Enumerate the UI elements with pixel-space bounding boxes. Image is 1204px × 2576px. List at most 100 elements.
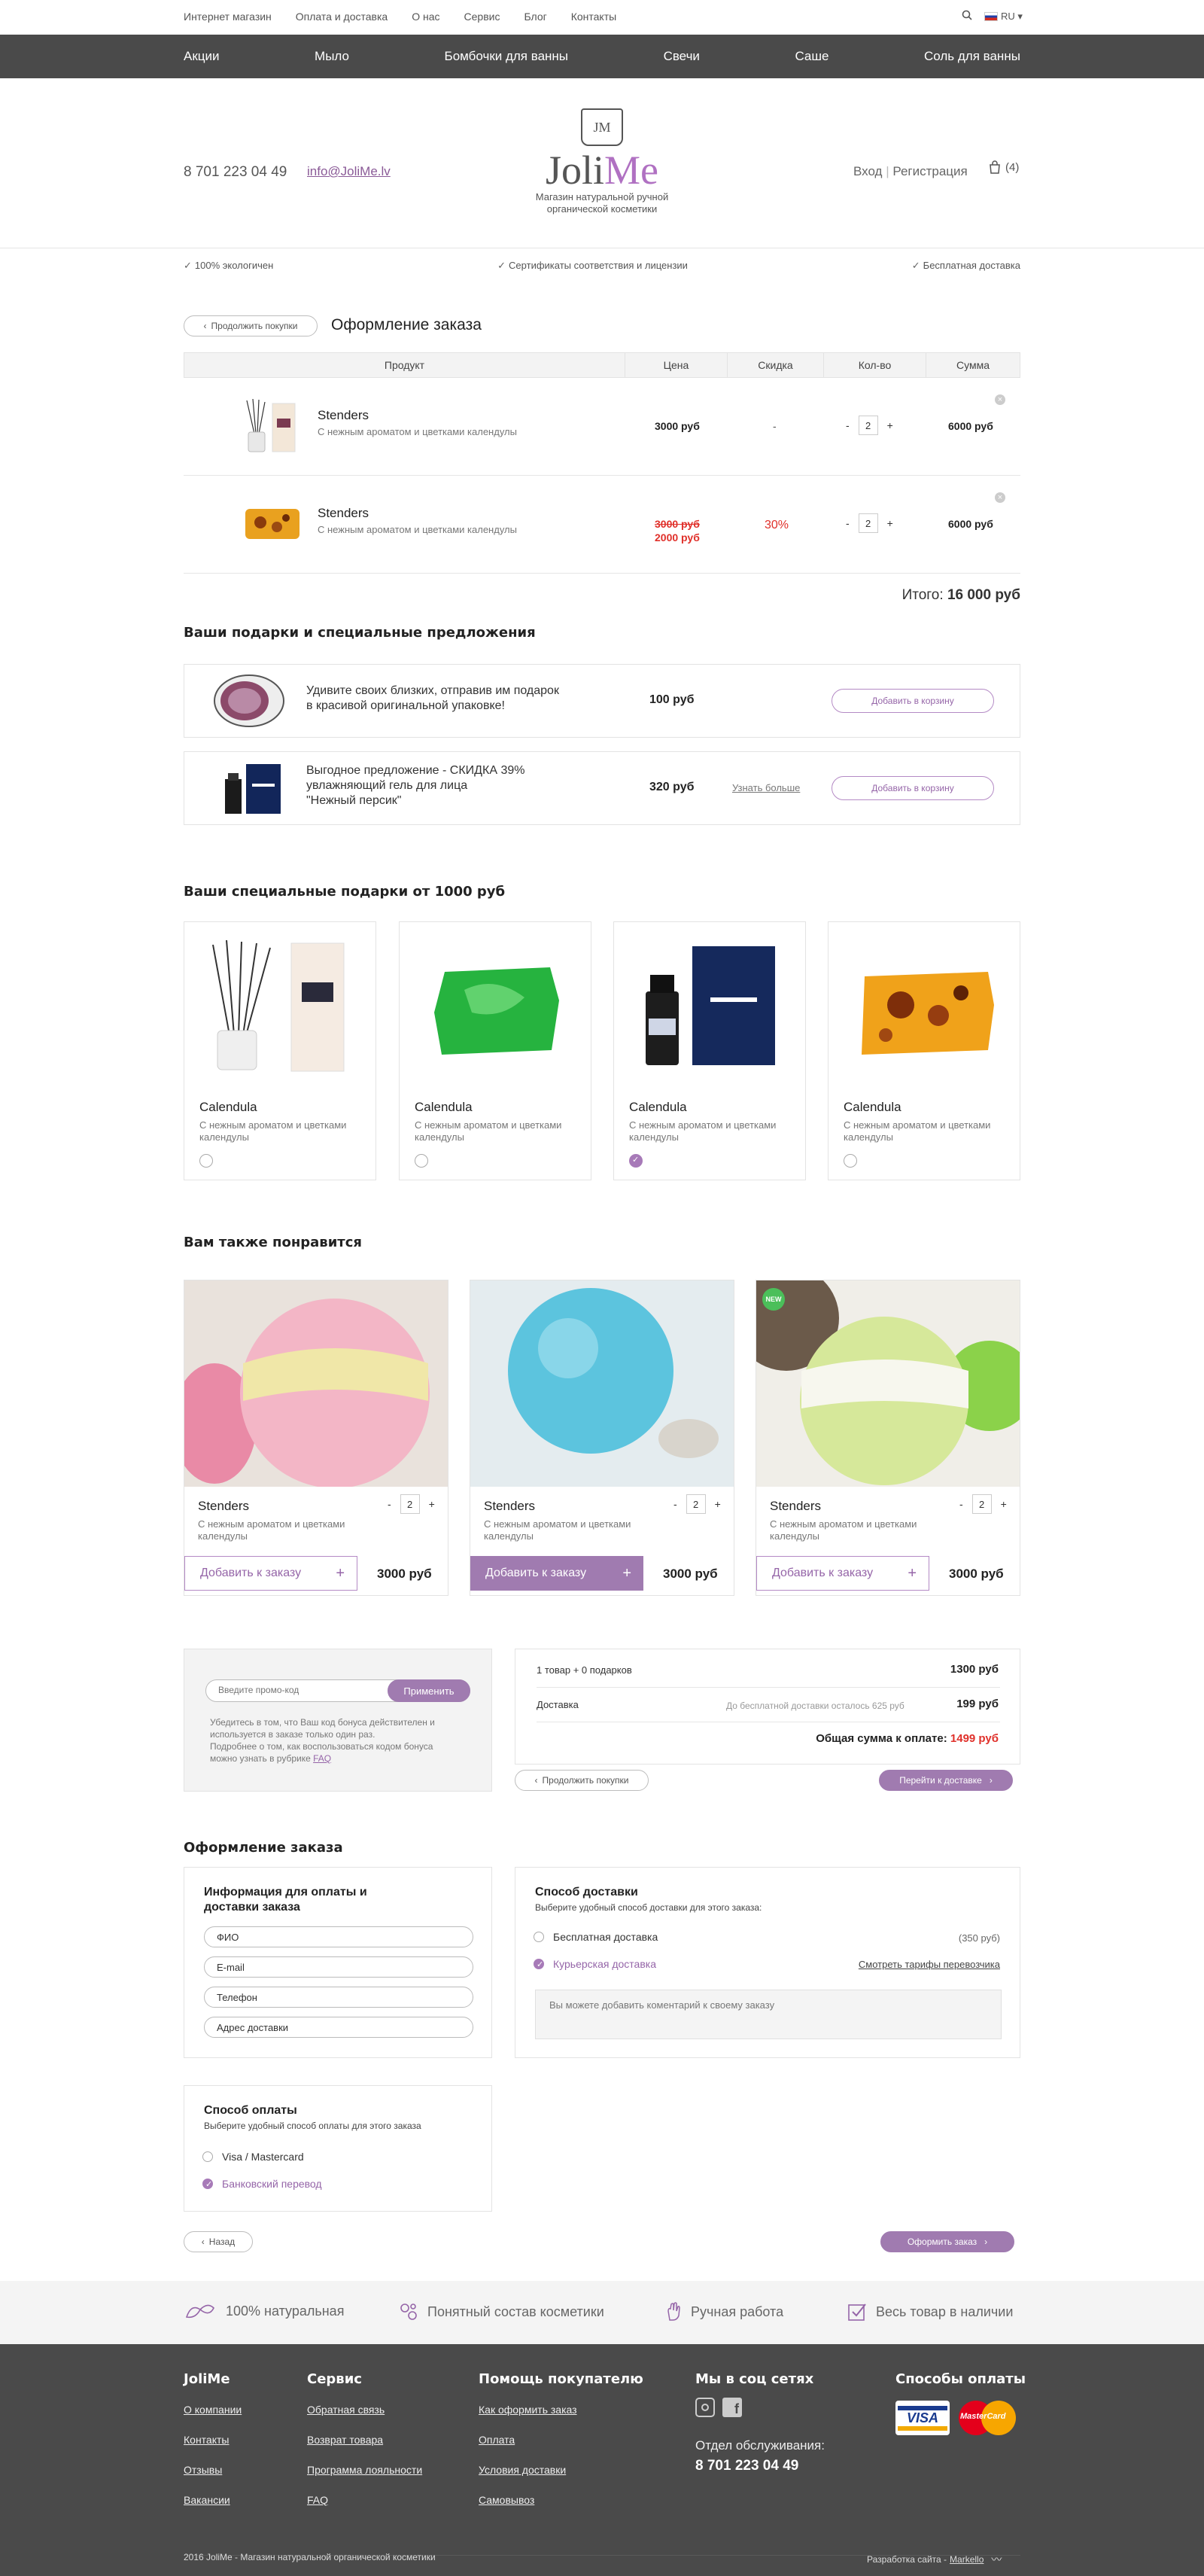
submit-order-button[interactable]: Оформить заказ › [880, 2231, 1014, 2252]
product-name[interactable]: Stenders [198, 1499, 249, 1514]
qty-value[interactable]: 2 [858, 416, 878, 435]
radio-visa[interactable] [202, 2151, 213, 2162]
footer-link[interactable]: Возврат товара [307, 2434, 422, 2446]
top-link-contacts[interactable]: Контакты [571, 11, 616, 23]
radio-bank[interactable] [202, 2179, 213, 2189]
payment-option-card[interactable]: Visa / Mastercard [202, 2151, 304, 2163]
qty-plus[interactable]: + [429, 1498, 435, 1510]
quantity-stepper[interactable]: -2 + [959, 1494, 1007, 1514]
faq-link[interactable]: FAQ [313, 1753, 331, 1764]
search-icon[interactable] [962, 10, 972, 23]
qty-value[interactable]: 2 [400, 1494, 420, 1514]
qty-minus[interactable]: - [846, 419, 850, 431]
footer-link[interactable]: Самовывоз [479, 2494, 643, 2506]
top-link-payment[interactable]: Оплата и доставка [296, 11, 388, 23]
quantity-stepper[interactable]: -2 + [846, 513, 893, 533]
developer-link[interactable]: Markello [950, 2554, 984, 2565]
back-button[interactable]: ‹ Назад [184, 2231, 253, 2252]
radio-courier[interactable] [534, 1959, 544, 1969]
carrier-rates-link[interactable]: Смотреть тарифы перевозчика [859, 1959, 1000, 1970]
add-to-cart-button[interactable]: Добавить в корзину [832, 689, 994, 713]
qty-plus[interactable]: + [715, 1498, 721, 1510]
qty-value[interactable]: 2 [858, 513, 878, 533]
promo-input[interactable] [218, 1685, 376, 1695]
footer-link[interactable]: Отзывы [184, 2464, 242, 2476]
special-gift-card[interactable]: Calendula С нежным ароматом и цветками к… [828, 921, 1020, 1180]
logo[interactable]: JM JoliMe Магазин натуральной ручной орг… [519, 108, 685, 215]
footer-link[interactable]: О компании [184, 2404, 242, 2416]
facebook-icon[interactable]: f [722, 2398, 742, 2417]
qty-plus[interactable]: + [887, 419, 893, 431]
cart-button[interactable]: (4) [987, 160, 1019, 175]
order-comment-textarea[interactable]: Вы можете добавить коментарий к своему з… [535, 1990, 1002, 2039]
gift-radio[interactable] [199, 1154, 213, 1168]
qty-minus[interactable]: - [959, 1498, 963, 1510]
gift-radio[interactable] [415, 1154, 428, 1168]
product-name[interactable]: Stenders [484, 1499, 535, 1514]
qty-plus[interactable]: + [887, 517, 893, 529]
apply-promo-button[interactable]: Применить [388, 1679, 470, 1702]
phone-field[interactable]: Телефон [204, 1987, 473, 2008]
email-field[interactable]: E-mail [204, 1956, 473, 1978]
footer-link[interactable]: FAQ [307, 2494, 422, 2506]
continue-shopping-button[interactable]: ‹ Продолжить покупки [515, 1770, 649, 1791]
quantity-stepper[interactable]: -2 + [673, 1494, 721, 1514]
quantity-stepper[interactable]: -2 + [846, 416, 893, 435]
delivery-option-courier[interactable]: Курьерская доставка [534, 1958, 656, 1970]
footer-link[interactable]: Вакансии [184, 2494, 242, 2506]
qty-minus[interactable]: - [388, 1498, 391, 1510]
footer-link[interactable]: Программа лояльности [307, 2464, 422, 2476]
top-link-about[interactable]: О нас [412, 11, 439, 23]
gift-radio[interactable] [844, 1154, 857, 1168]
qty-minus[interactable]: - [846, 517, 850, 529]
special-gift-card[interactable]: Calendula С нежным ароматом и цветками к… [399, 921, 591, 1180]
product-name[interactable]: Stenders [318, 408, 369, 423]
name-field[interactable]: ФИО [204, 1926, 473, 1947]
features-bar: ✓ 100% экологичен ✓ Сертификаты соответств… [184, 248, 1020, 283]
radio-free[interactable] [534, 1932, 544, 1942]
qty-value[interactable]: 2 [971, 1494, 992, 1514]
qty-minus[interactable]: - [673, 1498, 677, 1510]
nav-item-sales[interactable]: Акции [184, 49, 220, 64]
add-to-order-button[interactable]: Добавить к заказу + [470, 1556, 643, 1591]
register-link[interactable]: Регистрация [892, 164, 967, 178]
nav-item-candles[interactable]: Свечи [664, 49, 700, 64]
nav-item-bath-bombs[interactable]: Бомбочки для ванны [445, 49, 569, 64]
product-image [242, 503, 303, 544]
product-name[interactable]: Stenders [318, 506, 369, 521]
special-gift-card[interactable]: Calendula С нежным ароматом и цветками к… [184, 921, 376, 1180]
footer: JoliMe О компании Контакты Отзывы Ваканс… [0, 2344, 1204, 2576]
nav-item-sachet[interactable]: Саше [795, 49, 829, 64]
footer-link[interactable]: Как оформить заказ [479, 2404, 643, 2416]
login-link[interactable]: Вход [853, 164, 882, 178]
continue-shopping-button[interactable]: ‹ Продолжить покупки [184, 315, 318, 336]
instagram-icon[interactable] [695, 2398, 715, 2417]
add-to-order-button[interactable]: Добавить к заказу + [756, 1556, 929, 1591]
quantity-stepper[interactable]: -2 + [388, 1494, 435, 1514]
footer-link[interactable]: Контакты [184, 2434, 242, 2446]
address-field[interactable]: Адрес доставки [204, 2017, 473, 2038]
product-name[interactable]: Stenders [770, 1499, 821, 1514]
top-link-shop[interactable]: Интернет магазин [184, 11, 272, 23]
add-to-order-button[interactable]: Добавить к заказу + [184, 1556, 357, 1591]
qty-value[interactable]: 2 [686, 1494, 706, 1514]
header-email[interactable]: info@JoliMe.lv [307, 164, 391, 179]
special-gift-card[interactable]: Calendula С нежным ароматом и цветками к… [613, 921, 806, 1180]
footer-link[interactable]: Условия доставки [479, 2464, 643, 2476]
remove-item-icon[interactable]: × [995, 492, 1005, 503]
learn-more-link[interactable]: Узнать больше [732, 782, 800, 793]
delivery-option-free[interactable]: Бесплатная доставка [534, 1931, 658, 1943]
gift-radio[interactable] [629, 1154, 643, 1168]
add-to-cart-button[interactable]: Добавить в корзину [832, 776, 994, 800]
footer-link[interactable]: Оплата [479, 2434, 643, 2446]
go-to-delivery-button[interactable]: Перейти к доставке › [879, 1770, 1013, 1791]
qty-plus[interactable]: + [1001, 1498, 1007, 1510]
language-select[interactable]: RU ▾ [984, 11, 1023, 23]
top-link-service[interactable]: Сервис [464, 11, 500, 23]
remove-item-icon[interactable]: × [995, 394, 1005, 405]
footer-link[interactable]: Обратная связь [307, 2404, 422, 2416]
top-link-blog[interactable]: Блог [524, 11, 546, 23]
nav-item-bath-salt[interactable]: Соль для ванны [924, 49, 1020, 64]
nav-item-soap[interactable]: Мыло [315, 49, 349, 64]
payment-option-bank[interactable]: Банковский перевод [202, 2178, 322, 2190]
